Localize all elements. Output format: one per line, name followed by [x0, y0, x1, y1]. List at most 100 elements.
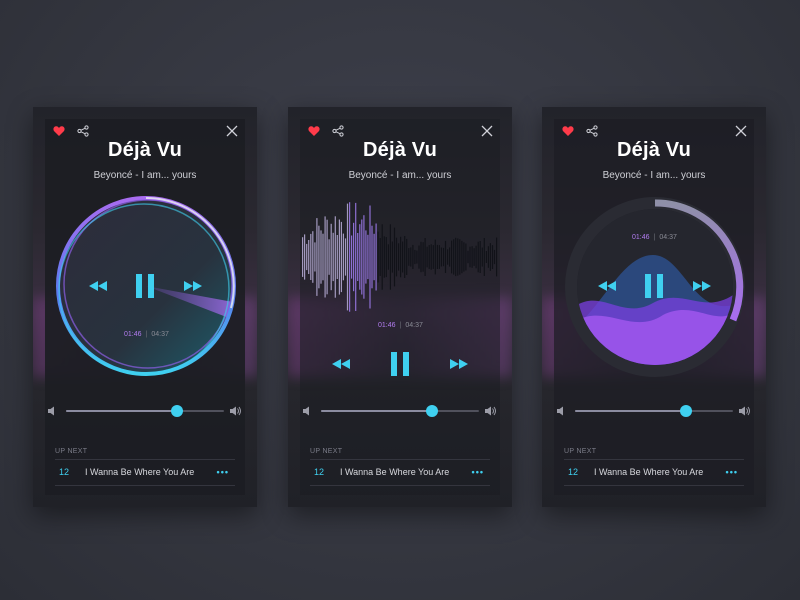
share-icon[interactable]	[332, 125, 344, 137]
current-time: 01:46	[632, 234, 650, 241]
waveform-bar	[469, 246, 471, 268]
waveform-bar	[395, 237, 398, 277]
waveform-bar	[442, 247, 445, 267]
waveform-bar	[481, 247, 483, 267]
up-next-item[interactable]: 12 I Wanna Be Where You Are •••	[55, 463, 235, 483]
waveform-bar	[365, 230, 367, 284]
volume-slider[interactable]	[575, 405, 733, 417]
player-card-waveform: Déjà Vu Beyoncé - I am... yours 01:46 | 04…	[288, 107, 512, 507]
up-next-header: UP NEXT	[55, 448, 88, 455]
more-icon[interactable]: •••	[472, 467, 484, 477]
waveform-bar	[432, 245, 434, 269]
volume-high-icon	[230, 406, 241, 416]
divider	[55, 485, 235, 486]
waveform-bar	[420, 241, 422, 273]
track-name: I Wanna Be Where You Are	[340, 467, 450, 477]
waveform-bar	[438, 245, 440, 269]
waveform-bar	[351, 235, 353, 279]
waveform-bar	[414, 249, 416, 265]
song-title: Déjà Vu	[616, 139, 692, 161]
up-next-item[interactable]: 12 I Wanna Be Where You Are •••	[310, 463, 490, 483]
volume-low-icon	[557, 406, 563, 416]
waveform-bar	[453, 239, 455, 275]
volume-fill	[321, 410, 432, 412]
volume-knob[interactable]	[679, 405, 692, 417]
duration: 04:37	[151, 331, 169, 338]
waveform-bar	[455, 237, 457, 277]
more-icon[interactable]: •••	[217, 467, 229, 477]
close-icon[interactable]	[481, 125, 493, 137]
waveform-bar	[336, 235, 338, 279]
heart-icon[interactable]	[562, 125, 574, 137]
share-icon[interactable]	[586, 125, 598, 137]
player-card-ring: Déjà Vu Beyoncé - I am... yours 01:46 | …	[33, 107, 257, 507]
waveform-bar	[375, 223, 377, 291]
divider	[55, 459, 235, 460]
waveform-bar	[312, 231, 314, 283]
waveform-bar	[302, 237, 304, 277]
volume-control	[303, 404, 497, 418]
up-next-header: UP NEXT	[564, 448, 597, 455]
waveform-bar	[465, 243, 467, 271]
waveform-bar	[342, 233, 344, 281]
waveform-bar	[485, 251, 487, 263]
close-icon[interactable]	[226, 125, 238, 137]
close-icon[interactable]	[735, 125, 747, 137]
rewind-icon[interactable]	[598, 281, 616, 291]
waveform-bar	[308, 240, 310, 274]
pause-icon[interactable]	[390, 352, 410, 376]
song-subtitle: Beyoncé - I am... yours	[348, 170, 452, 181]
waveform-bar	[385, 237, 387, 278]
heart-icon[interactable]	[53, 125, 65, 137]
waveform-bar	[369, 205, 371, 309]
waveform-bar	[467, 250, 469, 264]
pause-icon[interactable]	[135, 274, 155, 298]
up-next-header: UP NEXT	[310, 448, 343, 455]
waveform-bar	[332, 232, 334, 282]
volume-slider[interactable]	[66, 405, 224, 417]
waveform-bar	[412, 244, 414, 269]
waveform-bar	[459, 239, 461, 275]
rewind-icon[interactable]	[332, 359, 350, 369]
waveform-bar	[330, 223, 332, 291]
volume-control	[48, 404, 242, 418]
waveform-bar	[377, 231, 379, 283]
divider	[310, 459, 490, 460]
waveform-bar	[449, 247, 451, 267]
time-display: 01:46 | 04:37	[378, 322, 423, 329]
waveform-bar	[320, 230, 322, 284]
song-subtitle: Beyoncé - I am... yours	[93, 170, 197, 181]
waveform-bar	[404, 236, 406, 278]
more-icon[interactable]: •••	[726, 467, 738, 477]
waveform-bar	[400, 236, 402, 278]
waveform-bar	[440, 247, 442, 267]
fast-forward-icon[interactable]	[184, 281, 202, 291]
heart-icon[interactable]	[308, 125, 320, 137]
time-display: 01:46 | 04:37	[124, 331, 169, 338]
volume-fill	[575, 410, 686, 412]
volume-knob[interactable]	[170, 405, 183, 417]
waveform-bar	[483, 238, 485, 276]
fast-forward-icon[interactable]	[450, 359, 468, 369]
fast-forward-icon[interactable]	[693, 281, 711, 291]
pause-icon[interactable]	[644, 274, 664, 298]
volume-low-icon	[303, 406, 309, 416]
up-next-item[interactable]: 12 I Wanna Be Where You Are •••	[564, 463, 744, 483]
track-number: 12	[59, 467, 70, 477]
time-separator: |	[145, 331, 148, 338]
waveform-bar	[338, 219, 340, 295]
waveform-bar	[451, 240, 453, 274]
waveform-bar	[361, 219, 363, 295]
waveform-bar	[387, 244, 389, 270]
waveform-bar	[349, 202, 351, 312]
waveform-bar	[463, 242, 465, 272]
time-display: 01:46 | 04:37	[632, 234, 677, 241]
duration: 04:37	[659, 234, 677, 241]
share-icon[interactable]	[77, 125, 89, 137]
volume-slider[interactable]	[321, 405, 479, 417]
waveform-bar	[471, 246, 473, 268]
waveform-scrubber[interactable]	[300, 195, 500, 315]
rewind-icon[interactable]	[89, 281, 107, 291]
waveform-bar	[322, 233, 324, 281]
volume-knob[interactable]	[425, 405, 438, 417]
